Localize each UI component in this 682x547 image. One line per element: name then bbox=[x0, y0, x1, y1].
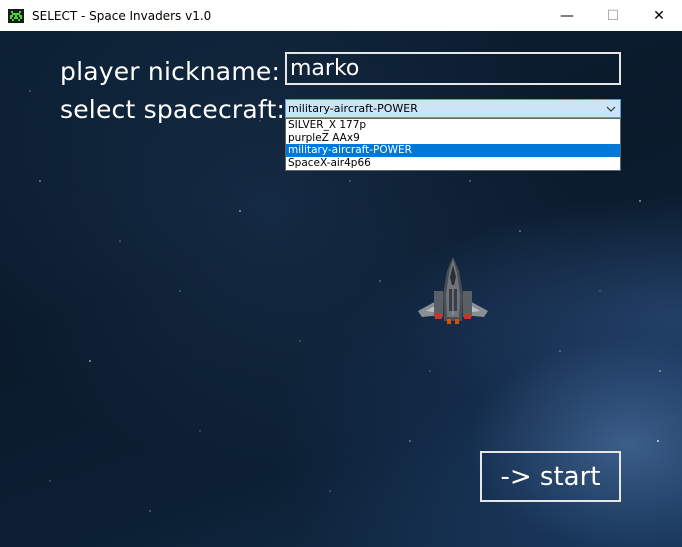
spacecraft-label: select spacecraft: bbox=[60, 95, 286, 124]
close-icon: ✕ bbox=[653, 7, 665, 24]
minimize-button[interactable]: — bbox=[544, 0, 590, 31]
window-controls: — ☐ ✕ bbox=[544, 0, 682, 31]
start-button-label: -> start bbox=[500, 461, 601, 492]
spacecraft-option[interactable]: purpleZ AAx9 bbox=[286, 132, 620, 145]
minimize-icon: — bbox=[560, 7, 574, 24]
maximize-icon: ☐ bbox=[606, 7, 620, 24]
spacecraft-option[interactable]: SILVER_X 177p bbox=[286, 119, 620, 132]
spacecraft-option[interactable]: SpaceX-air4p66 bbox=[286, 157, 620, 170]
window-title: SELECT - Space Invaders v1.0 bbox=[32, 8, 212, 23]
title-bar: SELECT - Space Invaders v1.0 — ☐ ✕ bbox=[0, 0, 682, 31]
chevron-down-icon[interactable] bbox=[602, 100, 620, 117]
space-invader-icon bbox=[8, 8, 24, 24]
spacecraft-select[interactable]: military-aircraft-POWER bbox=[285, 99, 621, 118]
close-button[interactable]: ✕ bbox=[636, 0, 682, 31]
start-button[interactable]: -> start bbox=[480, 451, 621, 502]
spacecraft-select-value: military-aircraft-POWER bbox=[288, 102, 418, 115]
spacecraft-dropdown-list: SILVER_X 177p purpleZ AAx9 military-airc… bbox=[285, 118, 621, 171]
nickname-input[interactable] bbox=[285, 52, 621, 85]
main-content: player nickname: select spacecraft: mili… bbox=[0, 31, 682, 547]
nickname-label: player nickname: bbox=[60, 57, 281, 86]
maximize-button[interactable]: ☐ bbox=[590, 0, 636, 31]
app-window: SELECT - Space Invaders v1.0 — ☐ ✕ playe… bbox=[0, 0, 682, 547]
spacecraft-preview-image bbox=[418, 257, 488, 324]
spacecraft-option-selected[interactable]: military-aircraft-POWER bbox=[286, 144, 620, 157]
